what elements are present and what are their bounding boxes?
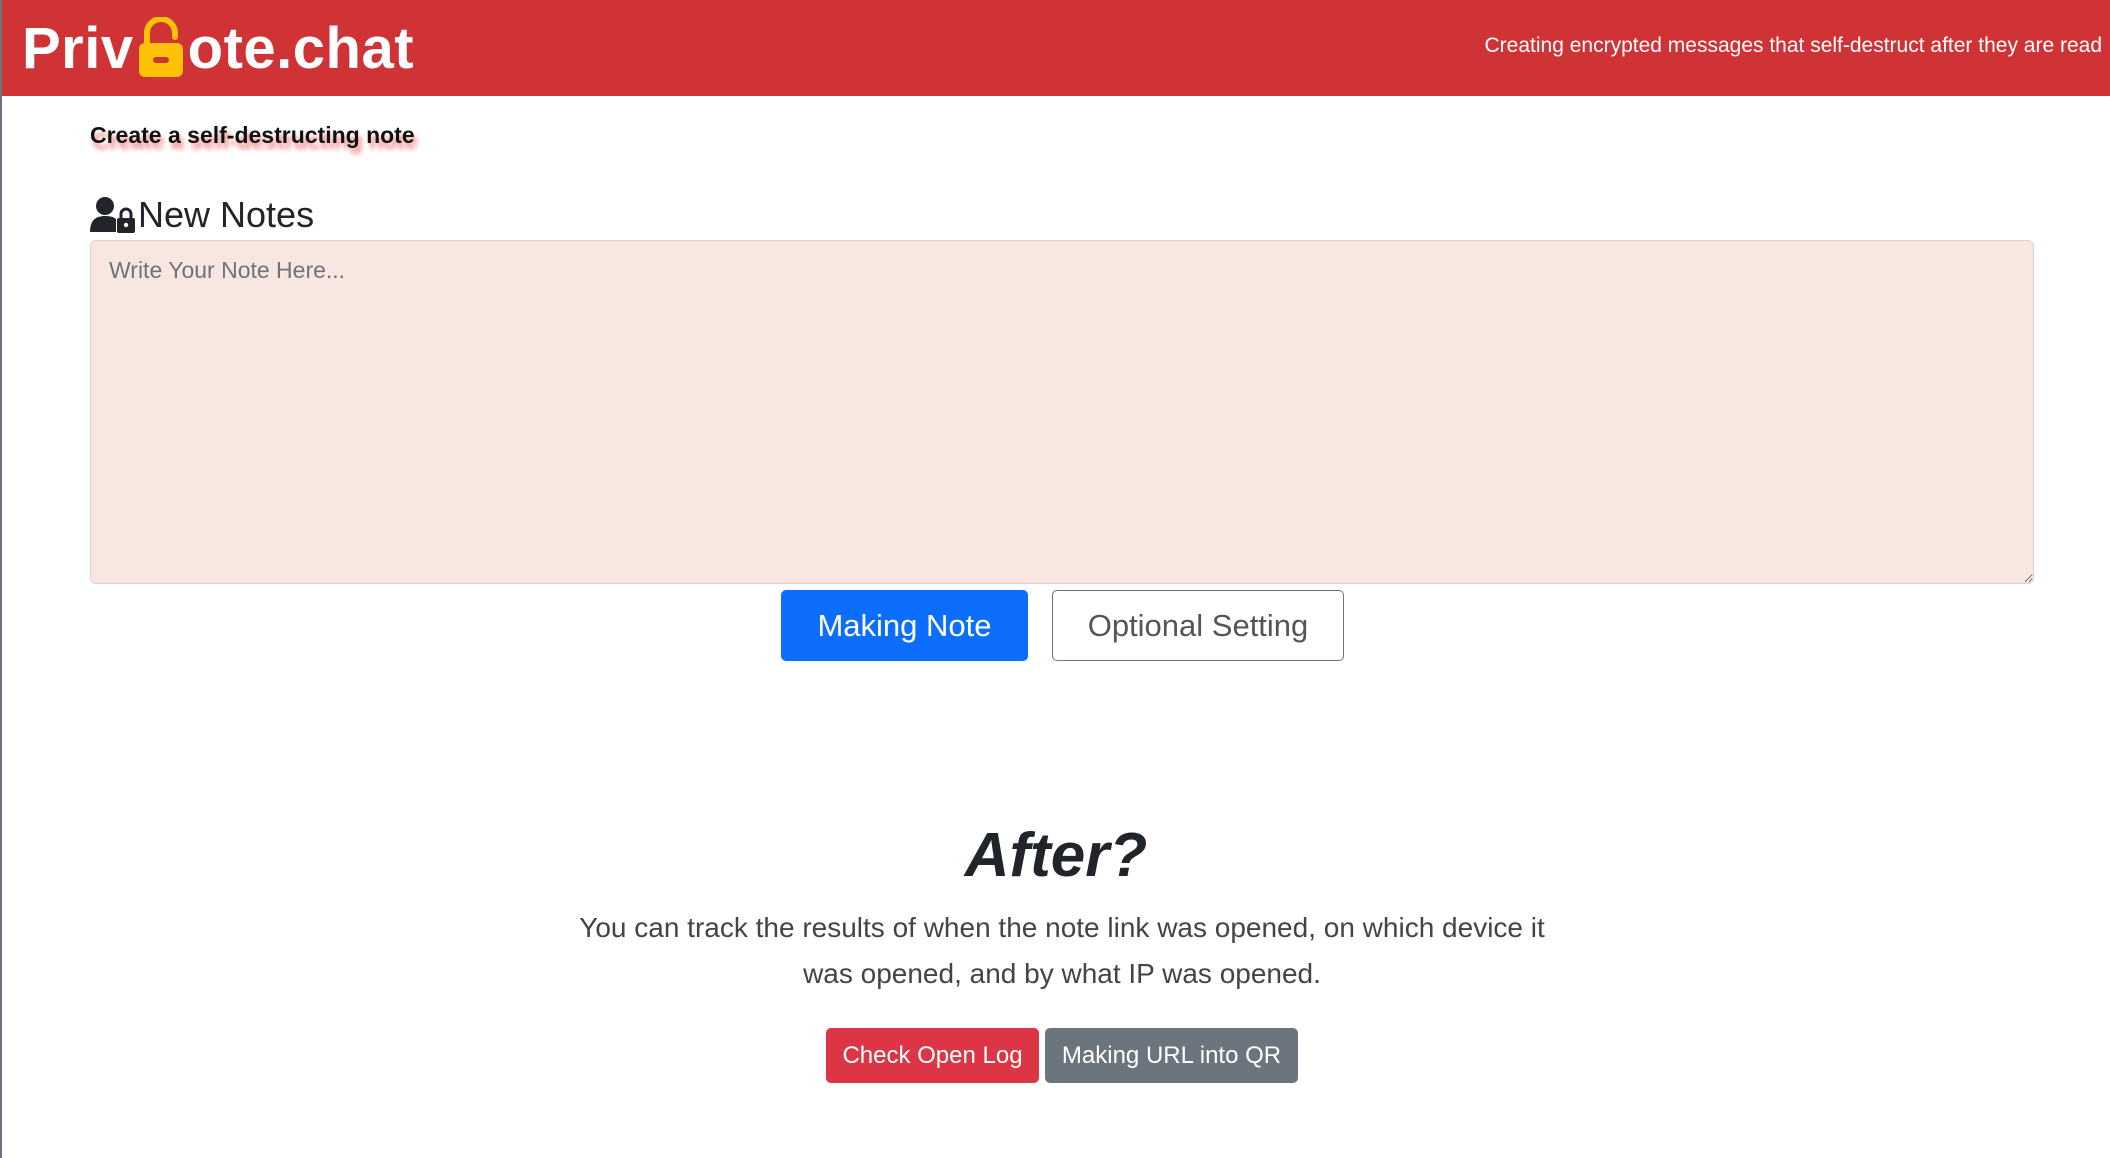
note-textarea[interactable] — [90, 240, 2034, 584]
user-lock-icon — [90, 196, 136, 234]
optional-setting-button[interactable]: Optional Setting — [1052, 590, 1344, 661]
brand-logo[interactable]: Priv ote.chat — [22, 10, 414, 86]
brand-text-end: ote.chat — [187, 15, 415, 81]
brand-text-start: Priv — [22, 15, 134, 81]
after-heading: After? — [964, 821, 1148, 890]
top-navbar: Priv ote.chat Creating encrypted message… — [2, 0, 2110, 96]
making-url-qr-button[interactable]: Making URL into QR — [1045, 1028, 1298, 1083]
open-padlock-icon — [135, 17, 187, 79]
new-notes-label: New Notes — [90, 194, 314, 236]
making-note-button[interactable]: Making Note — [781, 590, 1028, 661]
after-description: You can track the results of when the no… — [579, 912, 1545, 989]
check-open-log-button[interactable]: Check Open Log — [826, 1028, 1039, 1083]
new-notes-text: New Notes — [138, 194, 315, 235]
page-subtitle: Create a self-destructing note — [90, 122, 415, 148]
header-tagline: Creating encrypted messages that self-de… — [1484, 34, 2102, 57]
